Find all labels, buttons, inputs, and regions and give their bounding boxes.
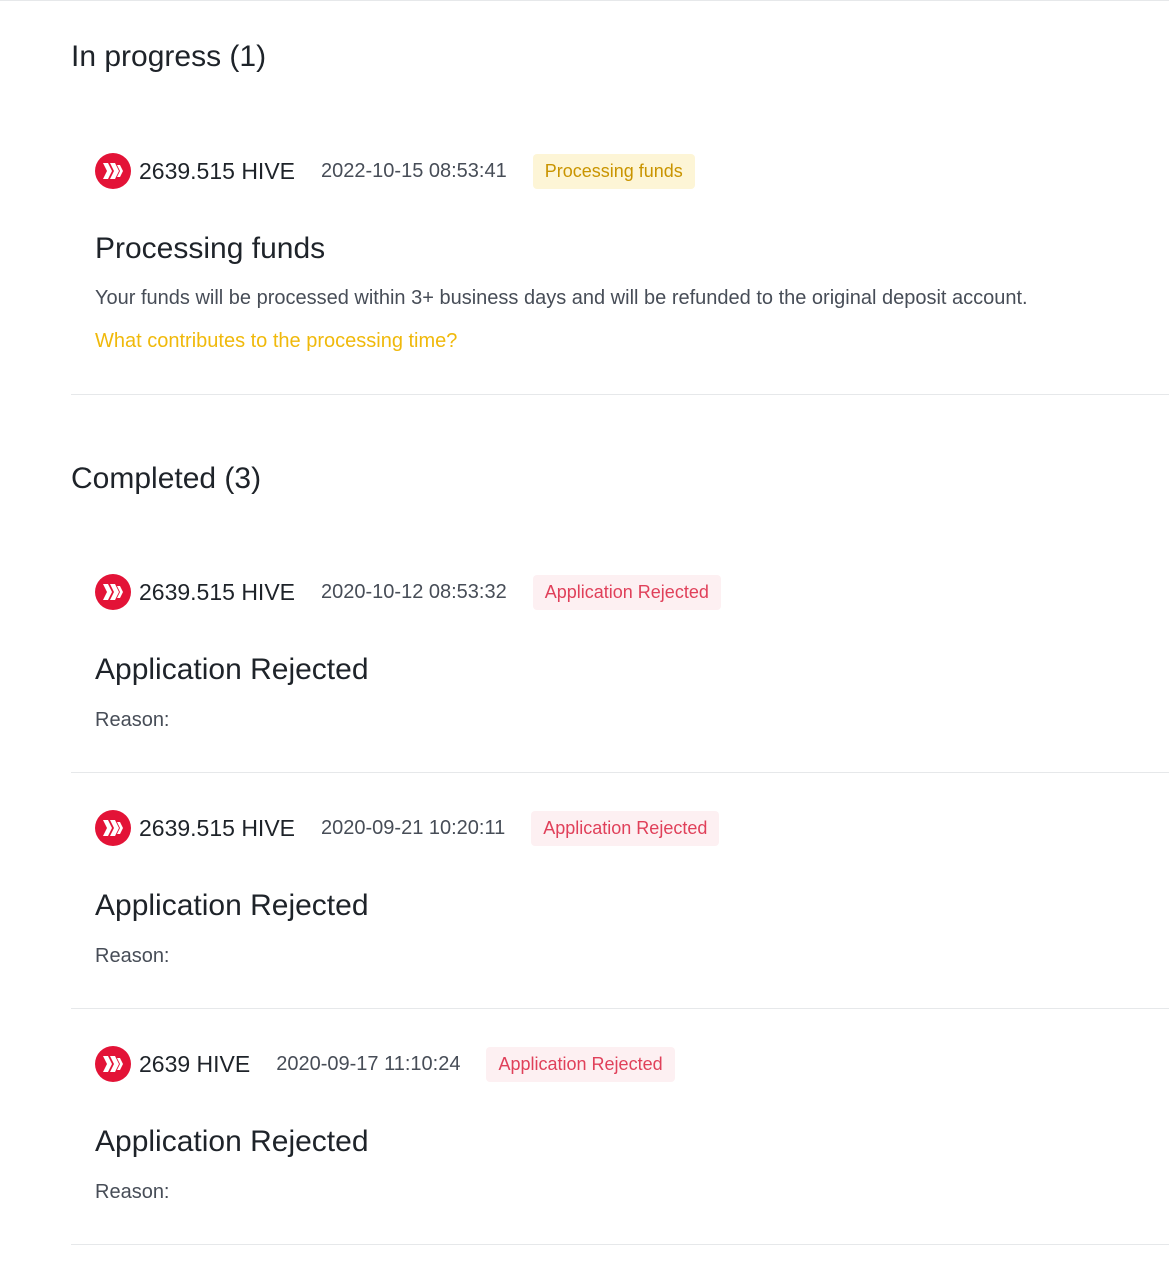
record-divider — [71, 394, 1169, 395]
record-meta-row: 2639 HIVE 2020-09-17 11:10:24 Applicatio… — [95, 1046, 675, 1082]
completed-heading: Completed (3) — [71, 462, 262, 495]
status-title: Application Rejected — [95, 653, 369, 686]
record-amount: 2639.515 HIVE — [139, 814, 296, 841]
completed-record: 2639.515 HIVE 2020-10-12 08:53:32 Applic… — [71, 574, 1169, 773]
record-divider — [71, 1244, 1169, 1245]
status-badge: Application Rejected — [531, 810, 720, 846]
status-badge: Application Rejected — [486, 1046, 675, 1082]
hive-icon — [95, 810, 131, 846]
in-progress-record: 2639.515 HIVE 2022-10-15 08:53:41 Proces… — [71, 153, 1169, 395]
record-amount: 2639.515 HIVE — [139, 578, 296, 605]
status-description: Your funds will be processed within 3+ b… — [95, 287, 1028, 309]
record-amount: 2639 HIVE — [139, 1050, 251, 1077]
record-timestamp: 2020-10-12 08:53:32 — [321, 580, 507, 603]
reason-label: Reason: — [95, 945, 170, 967]
reason-label: Reason: — [95, 709, 170, 731]
record-amount: 2639.515 HIVE — [139, 157, 296, 184]
status-title: Application Rejected — [95, 1125, 369, 1158]
completed-record: 2639 HIVE 2020-09-17 11:10:24 Applicatio… — [71, 1046, 1169, 1245]
reason-label: Reason: — [95, 1181, 170, 1203]
hive-icon — [95, 1046, 131, 1082]
status-badge: Processing funds — [532, 153, 695, 189]
in-progress-heading: In progress (1) — [71, 40, 267, 73]
hive-icon — [95, 574, 131, 610]
status-title: Processing funds — [95, 232, 326, 265]
top-divider — [0, 0, 1169, 1]
record-divider — [71, 772, 1169, 773]
status-title: Application Rejected — [95, 889, 369, 922]
record-timestamp: 2020-09-17 11:10:24 — [276, 1052, 461, 1075]
record-meta-row: 2639.515 HIVE 2020-09-21 10:20:11 Applic… — [95, 810, 720, 846]
completed-record: 2639.515 HIVE 2020-09-21 10:20:11 Applic… — [71, 810, 1169, 1009]
processing-time-help-link[interactable]: What contributes to the processing time? — [95, 327, 457, 355]
record-timestamp: 2022-10-15 08:53:41 — [321, 159, 507, 182]
hive-icon — [95, 153, 131, 189]
record-meta-row: 2639.515 HIVE 2022-10-15 08:53:41 Proces… — [95, 153, 695, 189]
record-meta-row: 2639.515 HIVE 2020-10-12 08:53:32 Applic… — [95, 574, 721, 610]
record-divider — [71, 1008, 1169, 1009]
record-timestamp: 2020-09-21 10:20:11 — [321, 816, 506, 839]
status-badge: Application Rejected — [532, 574, 721, 610]
